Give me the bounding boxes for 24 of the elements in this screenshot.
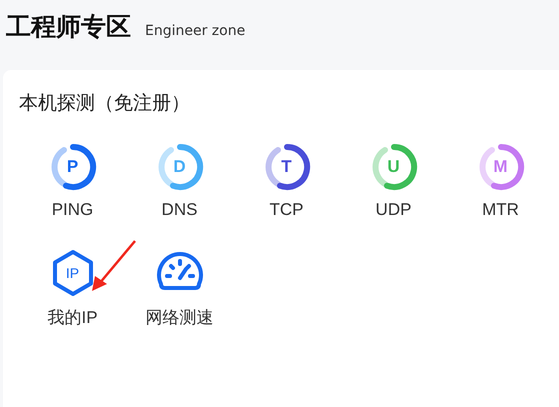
tool-label: PING: [52, 200, 94, 220]
section-subtitle: Engineer zone: [145, 23, 246, 39]
section-title: 工程师专区: [6, 11, 131, 43]
tool-item[interactable]: U UDP: [340, 142, 447, 220]
tool-label: TCP: [270, 200, 304, 220]
icon-letter: M: [493, 157, 508, 177]
tool-label: UDP: [376, 200, 412, 220]
tool-item[interactable]: T TCP: [233, 142, 340, 220]
tool-item[interactable]: IP 我的IP: [19, 248, 126, 329]
tool-label: 我的IP: [47, 307, 98, 329]
icon-letter: U: [387, 157, 400, 177]
tool-label: MTR: [482, 200, 519, 220]
icon-letter: P: [66, 157, 78, 177]
tool-label: 网络测速: [146, 307, 214, 329]
tool-item[interactable]: 网络测速: [126, 248, 233, 329]
icon-letter: T: [281, 157, 292, 177]
tool-label: DNS: [162, 200, 198, 220]
tool-item[interactable]: P PING: [19, 142, 126, 220]
annotation-arrow: [89, 238, 139, 293]
card-title: 本机探测（免注册）: [19, 91, 191, 116]
icon-letter: IP: [66, 265, 80, 281]
tool-item[interactable]: D DNS: [126, 142, 233, 220]
tool-item[interactable]: M MTR: [447, 142, 554, 220]
icon-letter: D: [173, 157, 186, 177]
